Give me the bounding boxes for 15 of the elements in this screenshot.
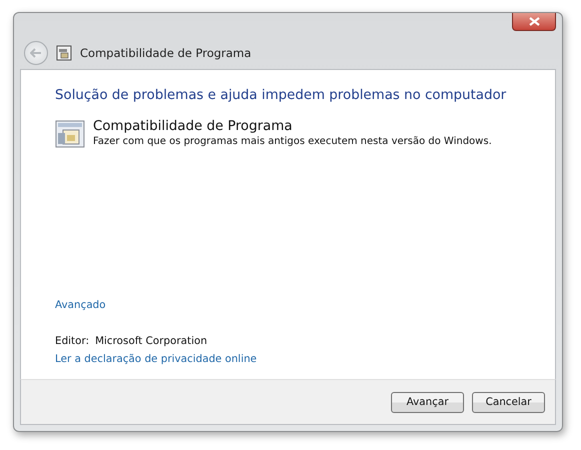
close-icon [528,17,540,26]
troubleshooter-description: Fazer com que os programas mais antigos executem nesta versão do Windows. [93,136,492,147]
cancel-button[interactable]: Cancelar [472,392,545,412]
publisher-label: Editor: [55,335,90,347]
back-arrow-icon [30,48,42,58]
program-compatibility-icon [55,119,85,149]
next-button[interactable]: Avançar [391,392,464,412]
page-heading: Solução de problemas e ajuda impedem problemas no computador [55,88,508,103]
privacy-link[interactable]: Ler a declaração de privacidade online [55,353,257,365]
troubleshooter-title: Compatibilidade de Programa [93,119,294,134]
advanced-link[interactable]: Avançado [55,299,106,311]
publisher-name: Microsoft Corporation [95,335,208,347]
program-icon [56,45,72,61]
close-button[interactable] [512,13,556,31]
window-title: Compatibilidade de Programa [80,46,252,60]
